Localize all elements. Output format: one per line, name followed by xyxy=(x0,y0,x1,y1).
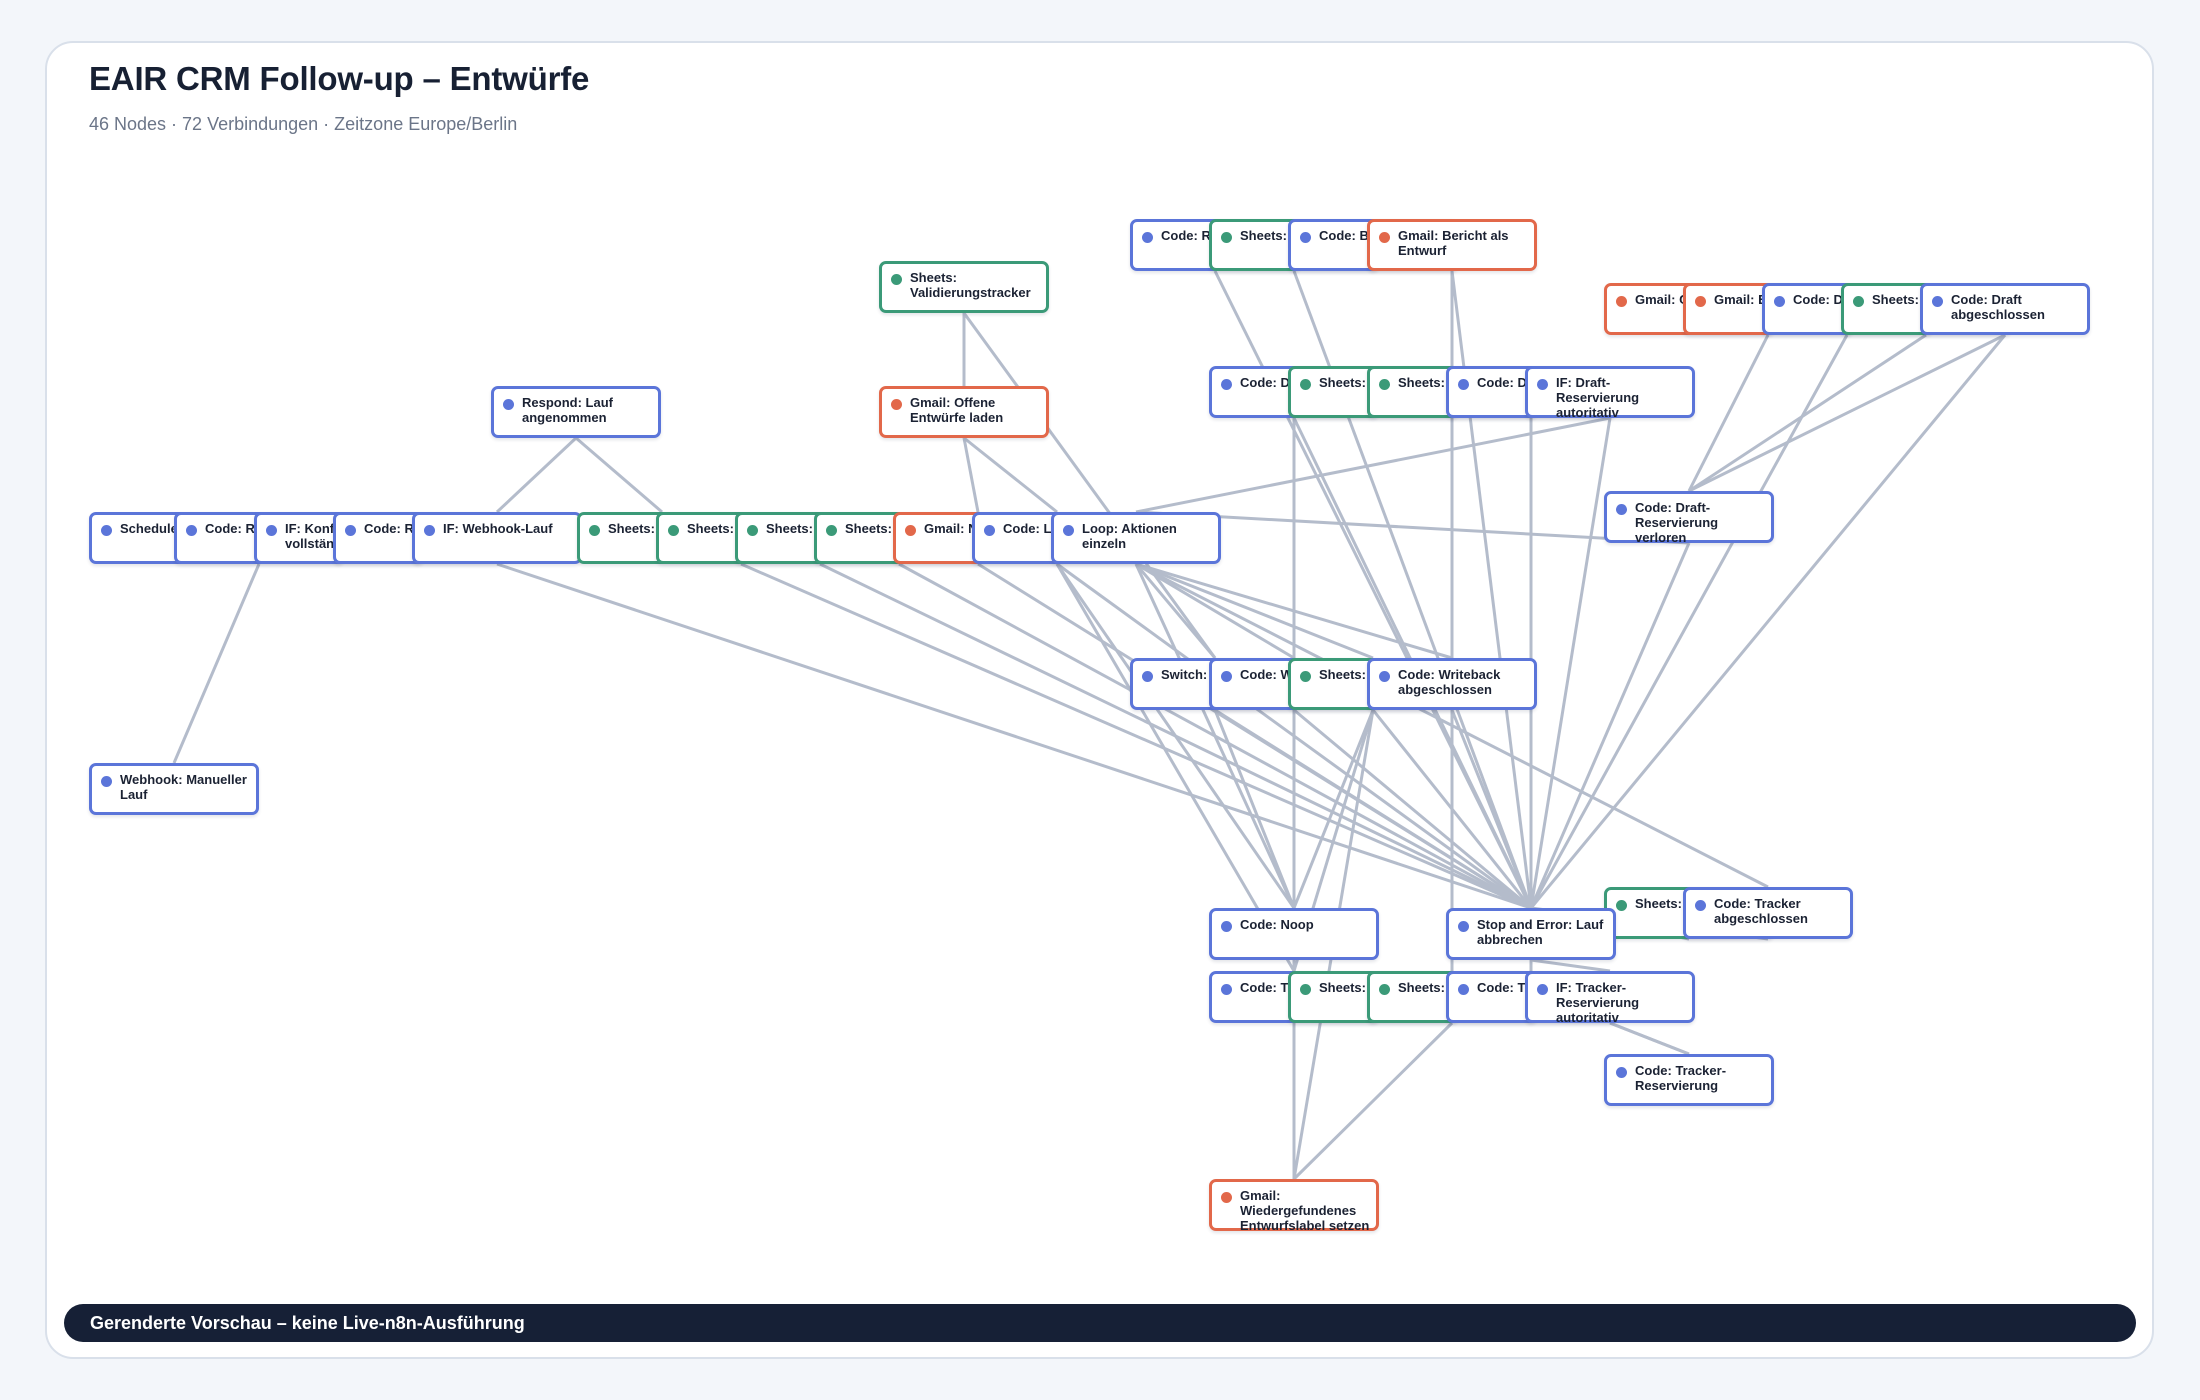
sheets-node-icon xyxy=(1616,900,1627,911)
node-loop-aktionen[interactable]: Loop: Aktionen einzeln xyxy=(1051,512,1221,564)
node-label: IF: Tracker-Reservierung autoritativ xyxy=(1556,980,1640,1025)
edge-sheets-d-to-stop-error xyxy=(898,562,1532,910)
code-node-icon xyxy=(266,525,277,536)
node-label: Sheets: Validierungstracker xyxy=(910,270,1031,300)
code-node-icon xyxy=(1458,984,1469,995)
node-code-draft-abgeschlossen[interactable]: Code: Draft abgeschlossen xyxy=(1920,283,2090,335)
node-stop-and-error[interactable]: Stop and Error: Lauf abbrechen xyxy=(1446,908,1616,960)
code-node-icon xyxy=(1695,900,1706,911)
edge-respond-to-sheets-a xyxy=(575,436,663,514)
edge-sheets-valid-to-switch xyxy=(962,312,1217,659)
node-code-tracker-reservierung[interactable]: Code: Tracker-Reservierung xyxy=(1604,1054,1774,1106)
sheets-node-icon xyxy=(747,525,758,536)
gmail-node-icon xyxy=(1695,296,1706,307)
node-if-draft-reservierung[interactable]: IF: Draft-Reservierung autoritativ xyxy=(1525,366,1695,420)
edge-sheets-b-to-stop-error xyxy=(740,562,1532,910)
node-code-writeback-abgeschlossen[interactable]: Code: Writeback abgeschlossen xyxy=(1367,658,1537,710)
edge-layer xyxy=(172,270,2007,1181)
edge-sheets-protoko2-to-code-draft-lost xyxy=(1688,333,1927,493)
code-node-icon xyxy=(345,525,356,536)
node-label: Code: Draft-Reservierung verloren xyxy=(1635,500,1719,545)
gmail-node-icon xyxy=(1221,1192,1232,1203)
code-node-icon xyxy=(1537,379,1548,390)
edge-sheets-c-to-stop-error xyxy=(819,562,1532,910)
node-label: Webhook: Manueller Lauf xyxy=(120,772,247,802)
code-node-icon xyxy=(1300,232,1311,243)
code-node-icon xyxy=(1774,296,1785,307)
node-gmail-offene-entwuerfe[interactable]: Gmail: Offene Entwürfe laden xyxy=(879,386,1049,438)
edge-code-draft-done-to-code-draft-lost xyxy=(1688,333,2006,493)
code-node-icon xyxy=(424,525,435,536)
code-node-icon xyxy=(1063,525,1074,536)
code-node-icon xyxy=(1379,671,1390,682)
sheets-node-icon xyxy=(668,525,679,536)
edge-loop-to-if-draft-res xyxy=(1135,416,1611,514)
edge-if-webhook-to-respond xyxy=(495,436,578,514)
code-node-icon xyxy=(101,776,112,787)
node-label: Code: Tracker-Reservierung xyxy=(1635,1063,1727,1093)
node-respond-lauf-angenommen[interactable]: Respond: Lauf angenommen xyxy=(491,386,661,438)
edge-webhook-to-code-runtime xyxy=(172,563,261,764)
edge-stop-error-to-if-tracker-res xyxy=(1530,958,1611,973)
code-node-icon xyxy=(1537,984,1548,995)
edge-loop-to-code-w xyxy=(1135,562,1295,660)
node-code-draft-verloren[interactable]: Code: Draft-Reservierung verloren xyxy=(1604,491,1774,545)
node-webhook-manueller-lauf[interactable]: Webhook: Manueller Lauf xyxy=(89,763,259,815)
sheets-node-icon xyxy=(1300,984,1311,995)
gmail-node-icon xyxy=(905,525,916,536)
code-node-icon xyxy=(1142,671,1153,682)
code-node-icon xyxy=(1458,379,1469,390)
sheets-node-icon xyxy=(1379,984,1390,995)
code-node-icon xyxy=(1142,232,1153,243)
gmail-node-icon xyxy=(891,399,902,410)
code-node-icon xyxy=(101,525,112,536)
code-node-icon xyxy=(1221,379,1232,390)
edge-code-draft-lost-to-stop-error xyxy=(1529,542,1691,909)
code-node-icon xyxy=(1221,921,1232,932)
edge-gmail-eair-to-code-draft-lost xyxy=(1687,334,1770,492)
code-node-icon xyxy=(1616,504,1627,515)
node-label: IF: Draft-Reservierung autoritativ xyxy=(1556,375,1640,420)
node-label: Gmail: Bericht als Entwurf xyxy=(1398,228,1509,258)
sheets-node-icon xyxy=(1221,232,1232,243)
sheets-node-icon xyxy=(1300,379,1311,390)
gmail-node-icon xyxy=(1379,232,1390,243)
sheets-node-icon xyxy=(1379,379,1390,390)
node-if-tracker-reservierung[interactable]: IF: Tracker-Reservierung autoritativ xyxy=(1525,971,1695,1025)
edge-code-tracker-res-to-if-tracker-res xyxy=(1609,1021,1690,1056)
code-node-icon xyxy=(1458,921,1469,932)
edge-if-webhook-to-stop-error xyxy=(496,562,1532,910)
code-node-icon xyxy=(1221,984,1232,995)
node-label: Code: Writeback abgeschlossen xyxy=(1398,667,1501,697)
node-sheets-validierungstracker[interactable]: Sheets: Validierungstracker xyxy=(879,261,1049,313)
node-label: Stop and Error: Lauf abbrechen xyxy=(1477,917,1604,947)
code-node-icon xyxy=(1221,671,1232,682)
code-node-icon xyxy=(1932,296,1943,307)
node-gmail-wiedergefundenes[interactable]: Gmail: Wiedergefundenes Entwurfslabel se… xyxy=(1209,1179,1379,1233)
code-node-icon xyxy=(1616,1067,1627,1078)
node-code-noop[interactable]: Code: Noop xyxy=(1209,908,1379,960)
code-node-icon xyxy=(984,525,995,536)
sheets-node-icon xyxy=(589,525,600,536)
sheets-node-icon xyxy=(1853,296,1864,307)
node-label: IF: Webhook-Lauf xyxy=(443,521,553,536)
code-node-icon xyxy=(186,525,197,536)
node-label: Respond: Lauf angenommen xyxy=(522,395,613,425)
edge-gmail-offene-to-code-l xyxy=(963,436,1058,514)
node-label: Gmail: Wiedergefundenes Entwurfslabel se… xyxy=(1240,1188,1370,1233)
node-label: Code: Draft abgeschlossen xyxy=(1951,292,2045,322)
sheets-node-icon xyxy=(1300,671,1311,682)
node-if-webhook-lauf[interactable]: IF: Webhook-Lauf xyxy=(412,512,582,564)
gmail-node-icon xyxy=(1616,296,1627,307)
node-label: Code: Noop xyxy=(1240,917,1314,932)
code-node-icon xyxy=(503,399,514,410)
sheets-node-icon xyxy=(891,274,902,285)
node-gmail-bericht-entwurf[interactable]: Gmail: Bericht als Entwurf xyxy=(1367,219,1537,271)
node-label: Loop: Aktionen einzeln xyxy=(1082,521,1177,551)
node-label: Gmail: Offene Entwürfe laden xyxy=(910,395,1004,425)
node-code-tracker-abgeschlossen[interactable]: Code: Tracker abgeschlossen xyxy=(1683,887,1853,939)
node-label: Code: Tracker abgeschlossen xyxy=(1714,896,1808,926)
sheets-node-icon xyxy=(826,525,837,536)
preview-banner: Gerenderte Vorschau – keine Live-n8n-Aus… xyxy=(64,1304,2136,1342)
